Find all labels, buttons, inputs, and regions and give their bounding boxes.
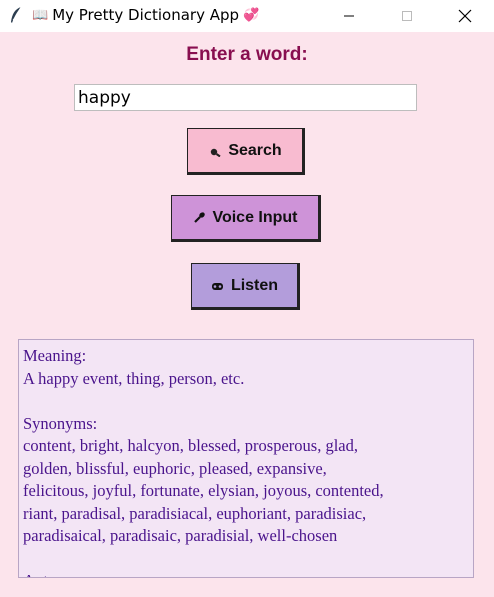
search-button[interactable]: Search [187,128,305,175]
result-text-area[interactable]: Meaning: A happy event, thing, person, e… [18,339,474,578]
synonyms-line: riant, paradisal, paradisiacal, euphoria… [23,503,367,523]
maximize-icon [402,11,412,21]
enter-word-heading: Enter a word: [186,44,308,65]
synonyms-label: Synonyms: [23,413,98,433]
word-input[interactable] [74,84,417,111]
synonyms-line: felicitous, joyful, fortunate, elysian, … [23,481,384,500]
close-icon [458,9,472,23]
close-button[interactable] [442,0,488,32]
speaker-icon [211,279,225,293]
voice-input-button[interactable]: Voice Input [171,195,321,242]
minimize-icon [344,15,354,17]
window-title-text: My Pretty Dictionary App [52,6,240,24]
synonyms-line: golden, blissful, euphoric, pleased, exp… [23,458,327,478]
window-title: 📖 My Pretty Dictionary App 💞 [32,6,259,24]
maximize-button[interactable] [384,0,430,32]
voice-input-label: Voice Input [212,208,298,226]
antonyms-label: Ant... [23,570,469,577]
magnifier-icon [208,144,222,158]
microphone-icon [192,211,206,225]
listen-button[interactable]: Listen [191,263,300,310]
meaning-label: Meaning: [23,346,87,365]
synonyms-line: paradisaical, paradisaic, paradisial, we… [23,526,338,545]
listen-button-label: Listen [230,276,279,294]
synonyms-line: content, bright, halcyon, blessed, prosp… [23,436,358,455]
book-icon: 📖 [32,7,49,23]
minimize-button[interactable] [326,0,372,32]
meaning-text: A happy event, thing, person, etc. [23,368,245,388]
hearts-icon: 💞 [243,7,260,23]
title-bar: 📖 My Pretty Dictionary App 💞 [0,0,494,32]
search-button-label: Search [228,141,282,159]
feather-icon [11,6,22,23]
app-content: Enter a word: Search Voice Input Listen … [0,32,494,597]
